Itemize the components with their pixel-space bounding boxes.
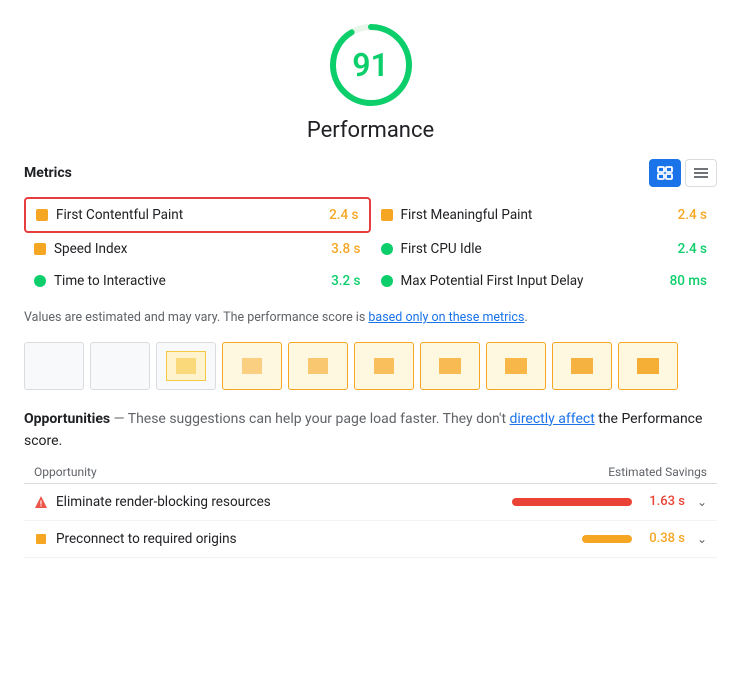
metrics-link[interactable]: based only on these metrics	[368, 310, 524, 325]
opp-savings-1: 0.38 s	[640, 531, 685, 546]
svg-text:!: !	[40, 499, 42, 508]
filmstrip-frame-5	[354, 342, 414, 390]
metric-name-fci: First CPU Idle	[401, 241, 670, 257]
opportunities-bold: Opportunities	[24, 411, 110, 427]
opportunity-row-1[interactable]: Preconnect to required origins 0.38 s ⌄	[24, 521, 717, 558]
metric-first-meaningful-paint[interactable]: First Meaningful Paint 2.4 s	[371, 197, 718, 233]
score-value: 91	[352, 46, 389, 84]
filmstrip-frame-9	[618, 342, 678, 390]
opp-name-1: Preconnect to required origins	[56, 531, 574, 547]
filmstrip-frame-4	[288, 342, 348, 390]
filmstrip-frame-0	[24, 342, 84, 390]
metric-name-fmp: First Meaningful Paint	[401, 207, 670, 223]
view-toggle	[649, 159, 717, 187]
metric-name-fid: Max Potential First Input Delay	[401, 273, 662, 289]
metric-dot-si	[34, 243, 46, 255]
opp-bar-0	[512, 498, 632, 506]
col-opportunity: Opportunity	[34, 465, 97, 479]
metric-value-fid: 80 ms	[670, 273, 707, 289]
filmstrip-frame-3	[222, 342, 282, 390]
metric-dot-fci	[381, 243, 393, 255]
grid-view-button[interactable]	[649, 159, 681, 187]
col-savings: Estimated Savings	[608, 465, 707, 479]
directly-affect-link[interactable]: directly affect	[510, 411, 595, 427]
metric-dot-fid	[381, 275, 393, 287]
filmstrip-frame-1	[90, 342, 150, 390]
opp-savings-0: 1.63 s	[640, 494, 685, 509]
metric-first-cpu-idle[interactable]: First CPU Idle 2.4 s	[371, 233, 718, 265]
opp-bar-container-0: 1.63 s ⌄	[512, 494, 707, 509]
filmstrip-frame-6	[420, 342, 480, 390]
metric-name-tti: Time to Interactive	[54, 273, 323, 289]
metric-value-tti: 3.2 s	[331, 273, 360, 289]
score-label: Performance	[307, 118, 434, 143]
metric-dot-tti	[34, 275, 46, 287]
opportunities-gray: — These suggestions can help your page l…	[110, 411, 509, 427]
opp-bar-1	[582, 535, 632, 543]
metric-value-fmp: 2.4 s	[678, 207, 707, 223]
metric-max-fid[interactable]: Max Potential First Input Delay 80 ms	[371, 265, 718, 297]
metric-value-fci: 2.4 s	[678, 241, 707, 257]
expand-icon-1[interactable]: ⌄	[697, 532, 707, 546]
info-text: Values are estimated and may vary. The p…	[24, 309, 717, 328]
triangle-warning-icon: !	[34, 495, 48, 509]
filmstrip	[24, 342, 717, 390]
metric-name-si: Speed Index	[54, 241, 323, 257]
metric-dot-fmp	[381, 209, 393, 221]
expand-icon-0[interactable]: ⌄	[697, 495, 707, 509]
filmstrip-frame-7	[486, 342, 546, 390]
opportunity-row-0[interactable]: ! Eliminate render-blocking resources 1.…	[24, 484, 717, 521]
metric-dot-fcp	[36, 209, 48, 221]
metrics-label: Metrics	[24, 165, 72, 181]
opportunities-table-header: Opportunity Estimated Savings	[24, 457, 717, 484]
score-circle: 91	[326, 20, 416, 110]
square-warning-icon	[34, 532, 48, 546]
metric-name-fcp: First Contentful Paint	[56, 207, 321, 223]
metric-first-contentful-paint[interactable]: First Contentful Paint 2.4 s	[24, 197, 371, 233]
metric-speed-index[interactable]: Speed Index 3.8 s	[24, 233, 371, 265]
opp-bar-container-1: 0.38 s ⌄	[582, 531, 707, 546]
metric-time-to-interactive[interactable]: Time to Interactive 3.2 s	[24, 265, 371, 297]
metric-value-fcp: 2.4 s	[329, 207, 358, 223]
metrics-grid: First Contentful Paint 2.4 s First Meani…	[24, 197, 717, 297]
metrics-header: Metrics	[24, 159, 717, 187]
opportunities-header: Opportunities — These suggestions can he…	[24, 408, 717, 453]
list-view-button[interactable]	[685, 159, 717, 187]
metric-value-si: 3.8 s	[331, 241, 360, 257]
opp-name-0: Eliminate render-blocking resources	[56, 494, 504, 510]
filmstrip-frame-2	[156, 342, 216, 390]
score-section: 91 Performance	[24, 20, 717, 143]
filmstrip-frame-8	[552, 342, 612, 390]
